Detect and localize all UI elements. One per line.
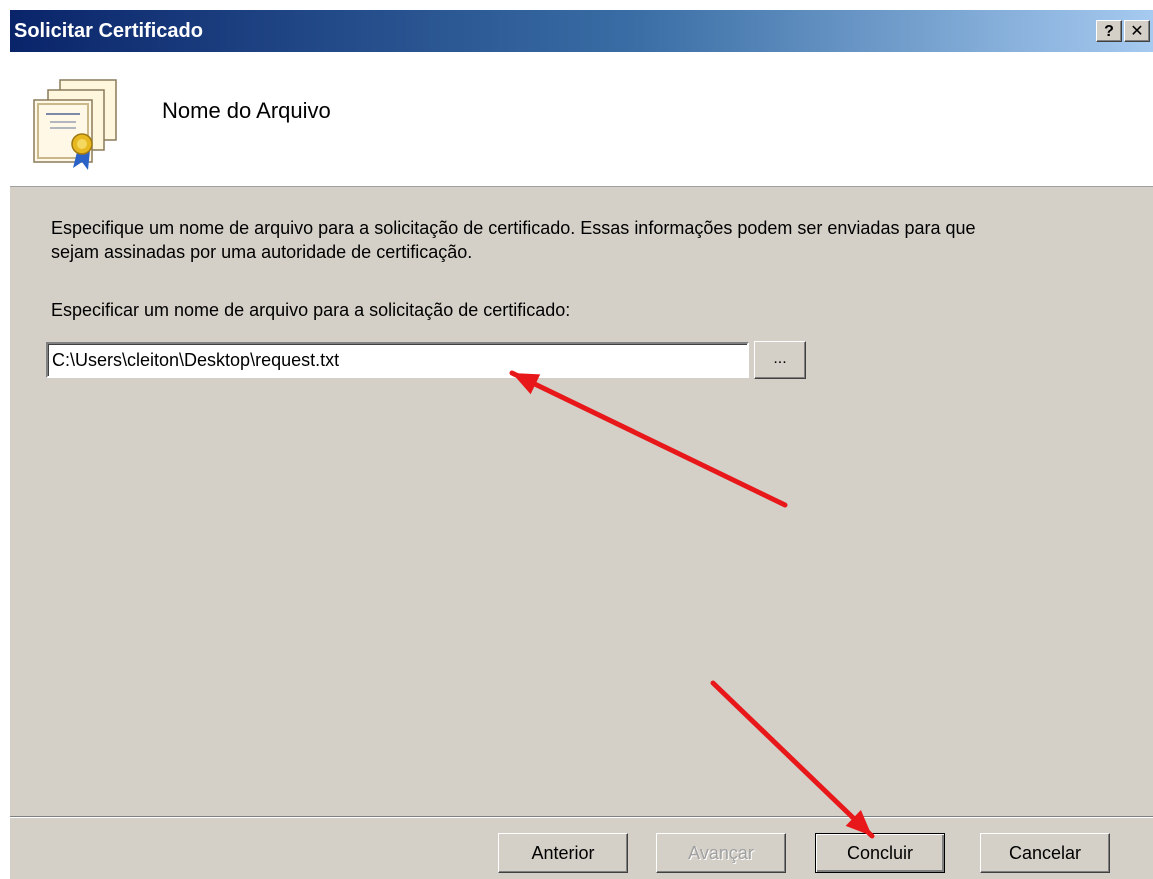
filename-input[interactable]: [46, 342, 749, 378]
help-button[interactable]: ?: [1096, 20, 1122, 42]
window-title: Solicitar Certificado: [14, 20, 203, 42]
dialog-window: Solicitar Certificado ? ✕ Nome do Arquiv…: [10, 10, 1153, 879]
browse-button[interactable]: ...: [754, 341, 806, 379]
cancel-button[interactable]: Cancelar: [980, 833, 1110, 873]
footer-separator: [10, 816, 1153, 818]
description-text: Especifique um nome de arquivo para a so…: [51, 218, 976, 262]
back-button[interactable]: Anterior: [498, 833, 628, 873]
finish-button[interactable]: Concluir: [815, 833, 945, 873]
wizard-header: Nome do Arquivo: [10, 52, 1153, 187]
title-bar[interactable]: Solicitar Certificado ? ✕: [10, 10, 1153, 52]
certificate-icon: [33, 79, 117, 170]
filename-label: Especificar um nome de arquivo para a so…: [51, 300, 571, 320]
next-button[interactable]: Avançar: [656, 833, 786, 873]
close-button[interactable]: ✕: [1124, 20, 1150, 42]
page-title: Nome do Arquivo: [162, 98, 331, 123]
